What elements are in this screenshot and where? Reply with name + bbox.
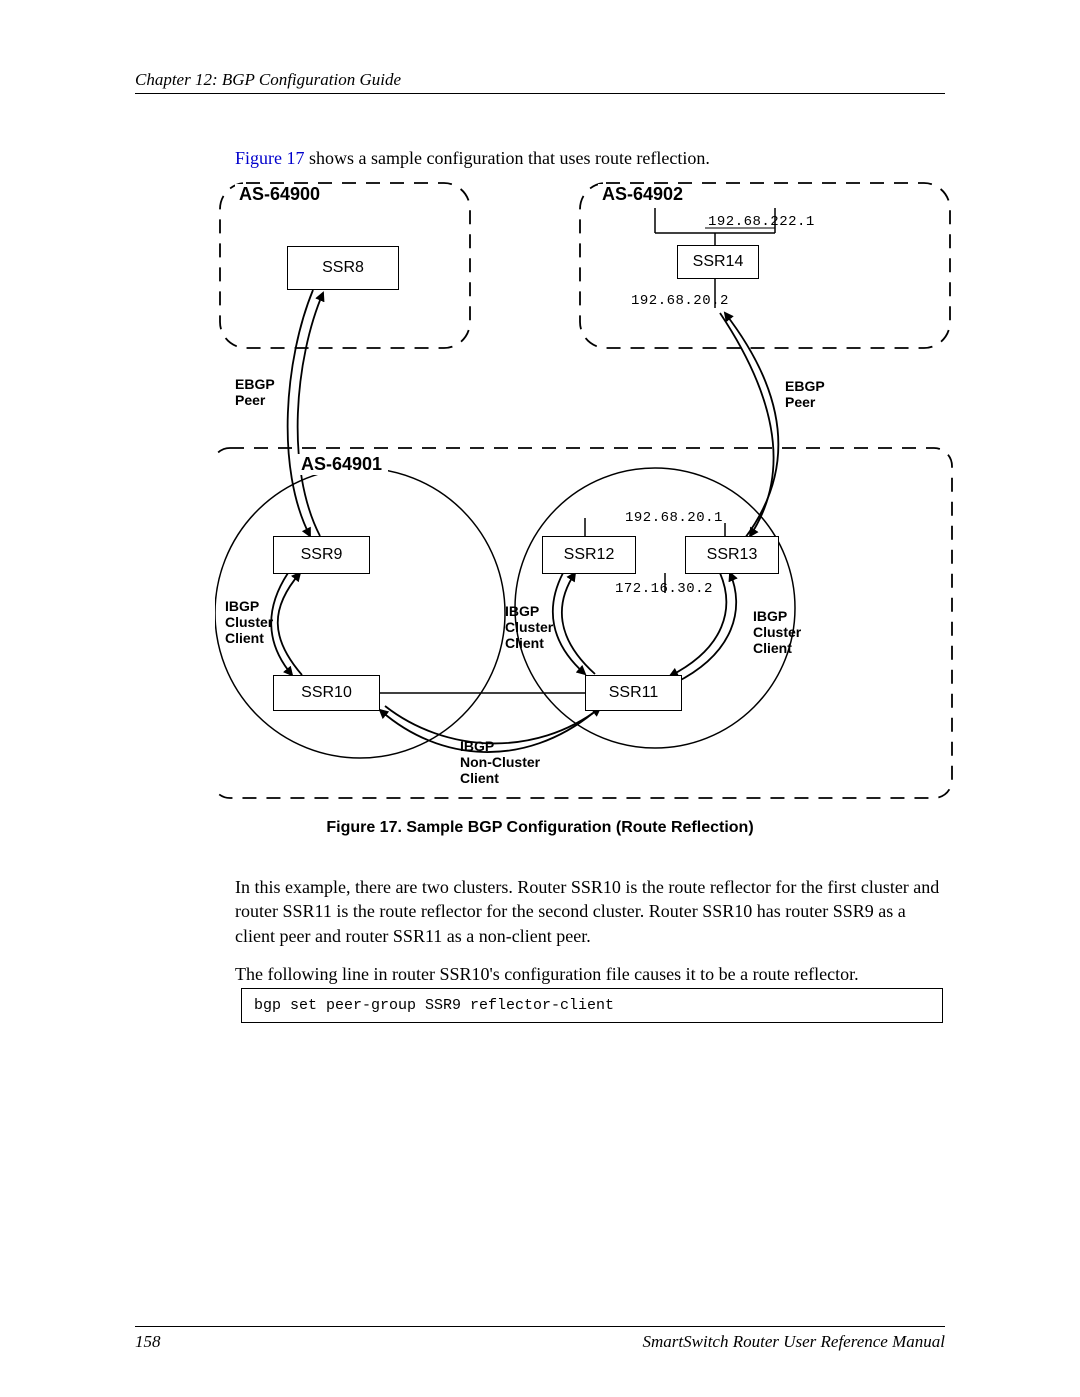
- paragraph-1: In this example, there are two clusters.…: [235, 875, 945, 948]
- ibgp-cluster-right-label: IBGP Cluster Client: [753, 608, 801, 656]
- page-number: 158: [135, 1332, 161, 1352]
- ssr9-node: SSR9: [273, 536, 370, 574]
- ssr8-node: SSR8: [287, 246, 399, 290]
- ebgp-peer-right-label: EBGP Peer: [785, 378, 825, 410]
- footer-rule: [135, 1326, 945, 1327]
- intro-paragraph: Figure 17 shows a sample configuration t…: [235, 148, 710, 169]
- header-rule: [135, 93, 945, 94]
- ssr10-node: SSR10: [273, 675, 380, 711]
- ibgp-cluster-left-label: IBGP Cluster Client: [225, 598, 273, 646]
- footer-title: SmartSwitch Router User Reference Manual: [643, 1332, 945, 1352]
- ip-20-1: 192.68.20.1: [625, 510, 723, 526]
- figure-diagram: AS-64900 AS-64902 AS-64901 SSR8 SSR14 SS…: [215, 178, 955, 808]
- ssr12-node: SSR12: [542, 536, 636, 574]
- figure-caption: Figure 17. Sample BGP Configuration (Rou…: [0, 819, 1080, 837]
- ip-20-2: 192.68.20.2: [631, 293, 729, 309]
- ssr14-node: SSR14: [677, 245, 759, 279]
- figure-reference-link[interactable]: Figure 17: [235, 148, 305, 168]
- as-64902-label: AS-64902: [598, 184, 687, 205]
- as-64900-label: AS-64900: [235, 184, 324, 205]
- ip-30-2: 172.16.30.2: [615, 581, 713, 597]
- ibgp-cluster-mid-label: IBGP Cluster Client: [505, 603, 553, 651]
- code-block: bgp set peer-group SSR9 reflector-client: [241, 988, 943, 1023]
- paragraph-2: The following line in router SSR10's con…: [235, 962, 945, 986]
- ibgp-noncluster-label: IBGP Non-Cluster Client: [460, 738, 540, 786]
- as-64901-label: AS-64901: [295, 454, 388, 475]
- ssr13-node: SSR13: [685, 536, 779, 574]
- intro-text: shows a sample configuration that uses r…: [305, 148, 710, 168]
- ebgp-peer-left-label: EBGP Peer: [235, 376, 275, 408]
- ip-222-1: 192.68.222.1: [708, 214, 815, 230]
- ssr11-node: SSR11: [585, 675, 682, 711]
- chapter-title: Chapter 12: BGP Configuration Guide: [135, 70, 401, 90]
- page: Chapter 12: BGP Configuration Guide Figu…: [0, 0, 1080, 1397]
